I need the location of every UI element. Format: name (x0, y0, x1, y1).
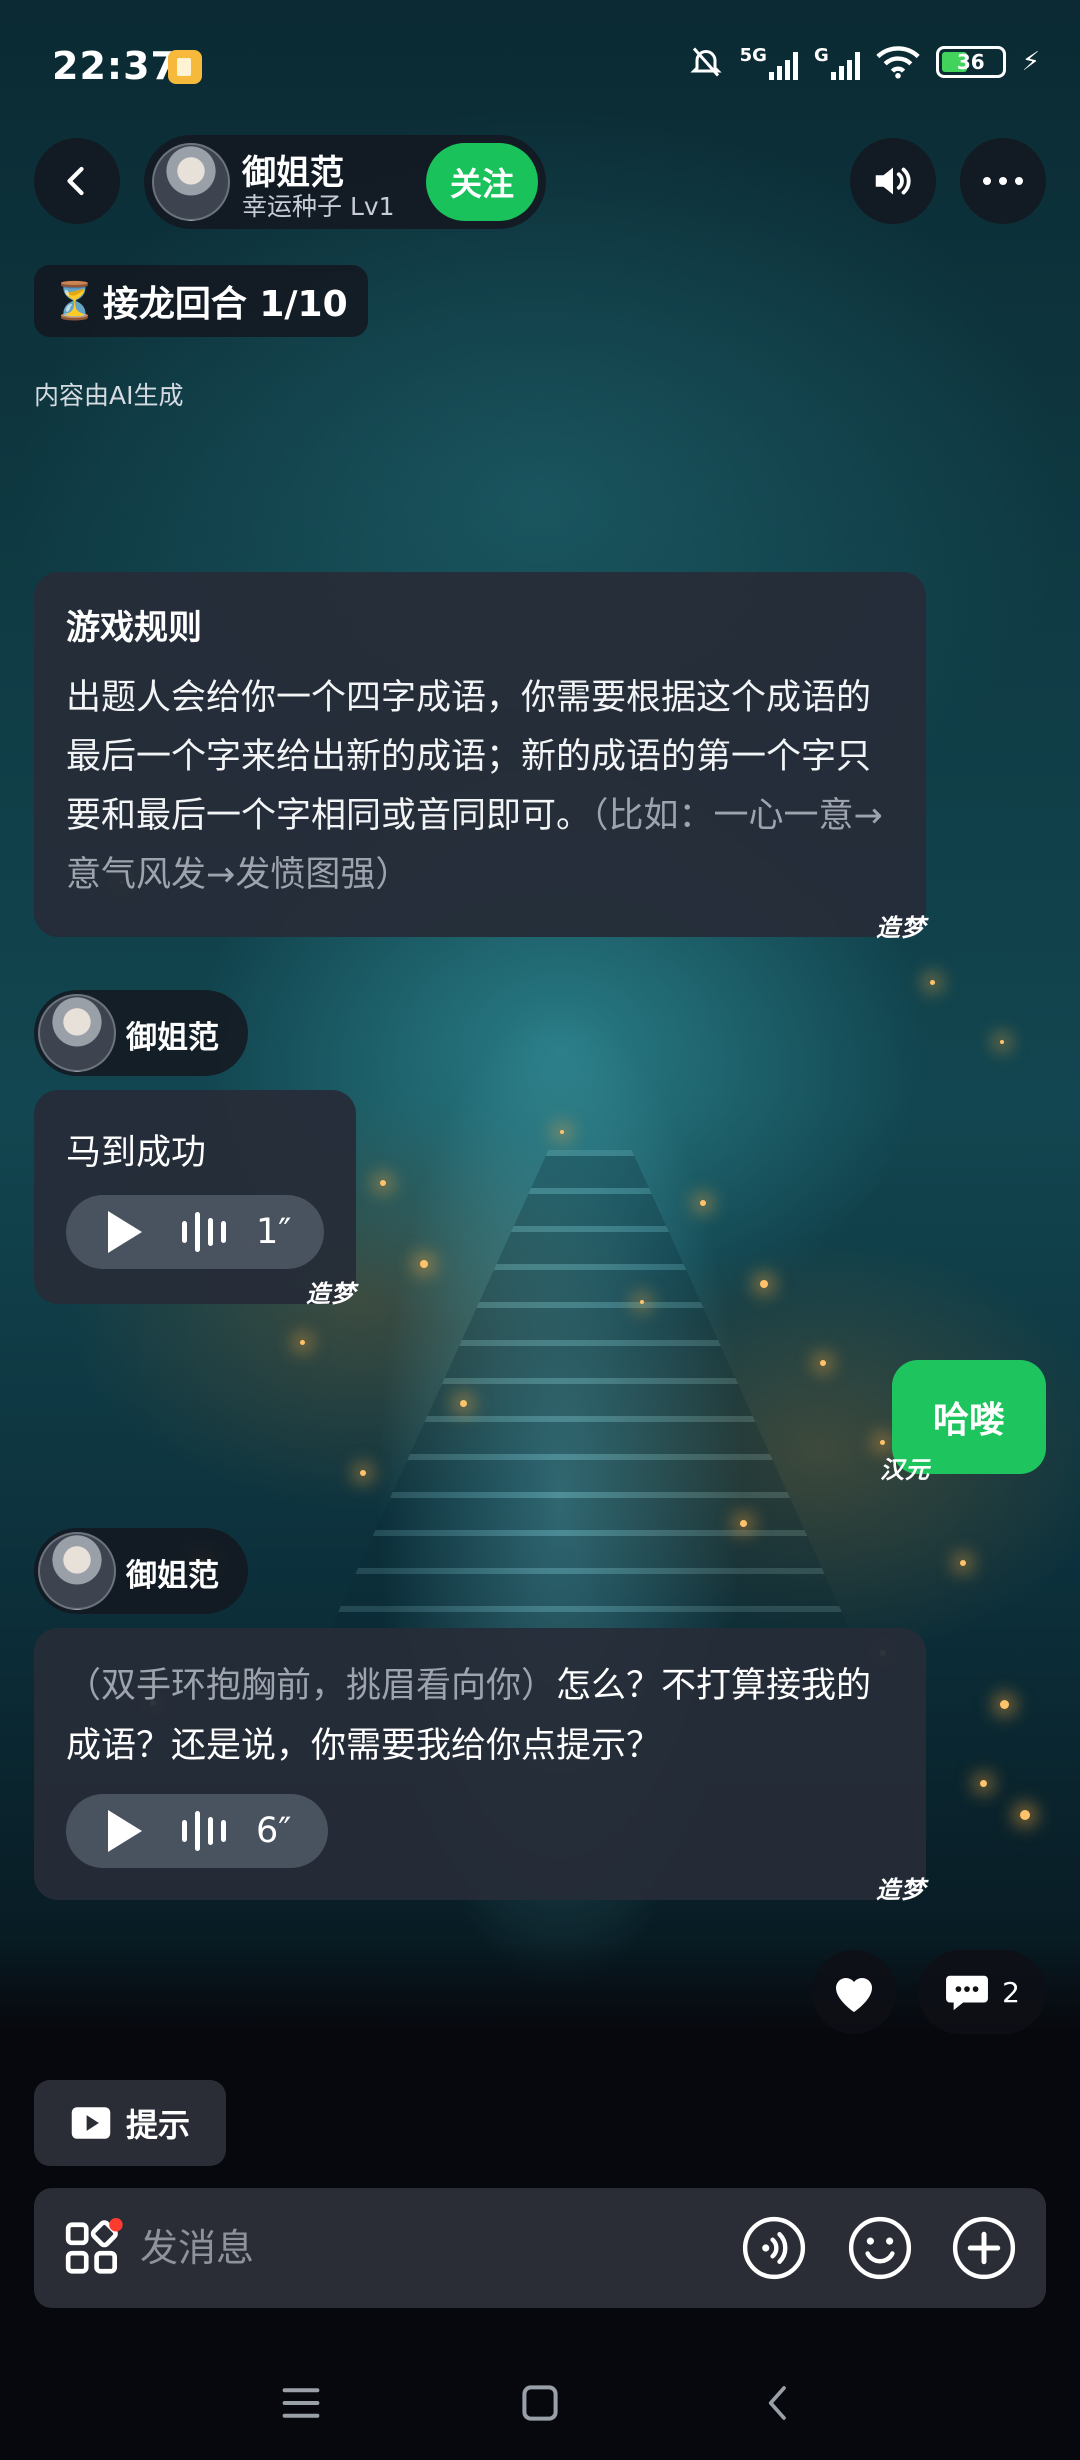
voice-wave-icon (182, 1811, 226, 1851)
network-type-2: G (813, 44, 829, 66)
voice-wave-circle-icon (742, 2216, 806, 2280)
bubble-watermark: 造梦 (306, 1280, 356, 1308)
firefly-light (820, 1360, 826, 1366)
nav-home-button[interactable] (505, 2368, 575, 2438)
battery-icon: 36 (935, 46, 1006, 78)
comment-count: 2 (1002, 1975, 1020, 2009)
back-button[interactable] (34, 138, 120, 224)
firefly-light (960, 1560, 966, 1566)
ai-generated-note: 内容由AI生成 (34, 381, 184, 410)
bubble-watermark: 造梦 (876, 914, 926, 942)
status-bar: 22:37 5G G 36 ⚡ (0, 0, 1080, 130)
hourglass-icon: ⏳ (52, 281, 97, 322)
message-text: 马到成功 (66, 1133, 207, 1173)
charging-icon: ⚡ (1021, 47, 1040, 77)
message-input-bar (34, 2188, 1046, 2308)
message-input[interactable] (140, 2218, 700, 2278)
comment-icon (946, 1975, 989, 2011)
more-button[interactable] (960, 138, 1046, 224)
firefly-light (760, 1280, 768, 1288)
firefly-light (360, 1470, 366, 1476)
hint-button[interactable]: 提示 (34, 2080, 226, 2166)
voice-wave-icon (182, 1212, 226, 1252)
video-play-icon (71, 2107, 111, 2139)
firefly-light (1000, 1040, 1004, 1044)
rules-card: 游戏规则 出题人会给你一个四字成语，你需要根据这个成语的最后一个字来给出新的成语… (34, 572, 926, 937)
status-time: 22:37 (52, 44, 178, 88)
firefly-light (460, 1400, 467, 1407)
signal-1-icon: 5G (740, 45, 798, 80)
emoji-button[interactable] (844, 2212, 916, 2284)
like-button[interactable] (812, 1950, 896, 2034)
avatar[interactable] (152, 143, 230, 221)
notification-app-icon (168, 50, 202, 84)
message-bubble: （双手环抱胸前，挑眉看向你）怎么？不打算接我的成语？还是说，你需要我给你点提示？… (34, 1628, 926, 1900)
message-action: （双手环抱胸前，挑眉看向你） (66, 1666, 557, 1706)
sound-button[interactable] (850, 138, 936, 224)
message-text: （双手环抱胸前，挑眉看向你）怎么？不打算接我的成语？还是说，你需要我给你点提示？ (66, 1656, 896, 1776)
voice-play-button[interactable]: 1″ (66, 1195, 324, 1269)
comment-button[interactable]: 2 (918, 1950, 1046, 2034)
round-badge: ⏳ 接龙回合 1/10 (34, 265, 368, 337)
chevron-left-icon (768, 2386, 786, 2420)
firefly-light (930, 980, 935, 985)
bubble-watermark: 汉元 (880, 1456, 930, 1484)
smiley-icon (848, 2216, 912, 2280)
menu-icon (282, 2388, 320, 2418)
apps-button[interactable] (58, 2212, 130, 2284)
voice-duration: 6″ (256, 1811, 292, 1851)
voice-input-button[interactable] (738, 2212, 810, 2284)
plus-circle-icon (952, 2216, 1016, 2280)
bell-muted-icon (690, 47, 722, 77)
voice-play-button[interactable]: 6″ (66, 1794, 328, 1868)
message-bubble: 马到成功 1″ (34, 1090, 356, 1304)
status-icons: 5G G 36 ⚡ (688, 44, 1040, 80)
speaker-icon (875, 167, 911, 195)
heart-icon (836, 1978, 872, 2012)
network-type-1: 5G (739, 44, 767, 66)
firefly-light (880, 1440, 885, 1445)
system-nav-bar (0, 2340, 1080, 2460)
firefly-light (1020, 1810, 1030, 1820)
firefly-light (420, 1260, 428, 1268)
firefly-light (1000, 1700, 1009, 1709)
chevron-left-icon (67, 166, 84, 196)
firefly-light (300, 1340, 305, 1345)
sender-name: 御姐范 (126, 1020, 219, 1056)
rules-title: 游戏规则 (66, 608, 202, 648)
voice-duration: 1″ (256, 1212, 292, 1252)
firefly-light (700, 1200, 706, 1206)
sender-tag: 御姐范 (34, 1528, 248, 1614)
play-icon (108, 1211, 142, 1253)
profile-pill[interactable]: 御姐范 幸运种子 Lv1 关注 (144, 135, 546, 229)
firefly-light (740, 1520, 747, 1527)
profile-level: 幸运种子 Lv1 (242, 192, 395, 221)
round-label: 接龙回合 1/10 (102, 284, 348, 325)
battery-level: 36 (956, 50, 985, 74)
hint-label: 提示 (125, 2106, 190, 2144)
nav-menu-button[interactable] (266, 2368, 336, 2438)
wifi-icon (876, 46, 920, 79)
more-dots-icon (983, 177, 1023, 185)
firefly-light (380, 1180, 386, 1186)
sender-avatar[interactable] (38, 994, 116, 1072)
firefly-light (640, 1300, 644, 1304)
sender-tag: 御姐范 (34, 990, 248, 1076)
firefly-light (560, 1130, 564, 1134)
play-icon (108, 1810, 142, 1852)
bubble-watermark: 造梦 (876, 1876, 926, 1904)
sender-avatar[interactable] (38, 1532, 116, 1610)
signal-2-icon: G (814, 45, 860, 80)
nav-back-button[interactable] (744, 2368, 814, 2438)
add-button[interactable] (948, 2212, 1020, 2284)
firefly-light (980, 1780, 987, 1787)
sender-name: 御姐范 (126, 1558, 219, 1594)
rules-text: 出题人会给你一个四字成语，你需要根据这个成语的最后一个字来给出新的成语；新的成语… (66, 669, 894, 905)
follow-button[interactable]: 关注 (426, 143, 538, 221)
apps-grid-icon (65, 2218, 123, 2274)
home-square-icon (522, 2385, 558, 2421)
